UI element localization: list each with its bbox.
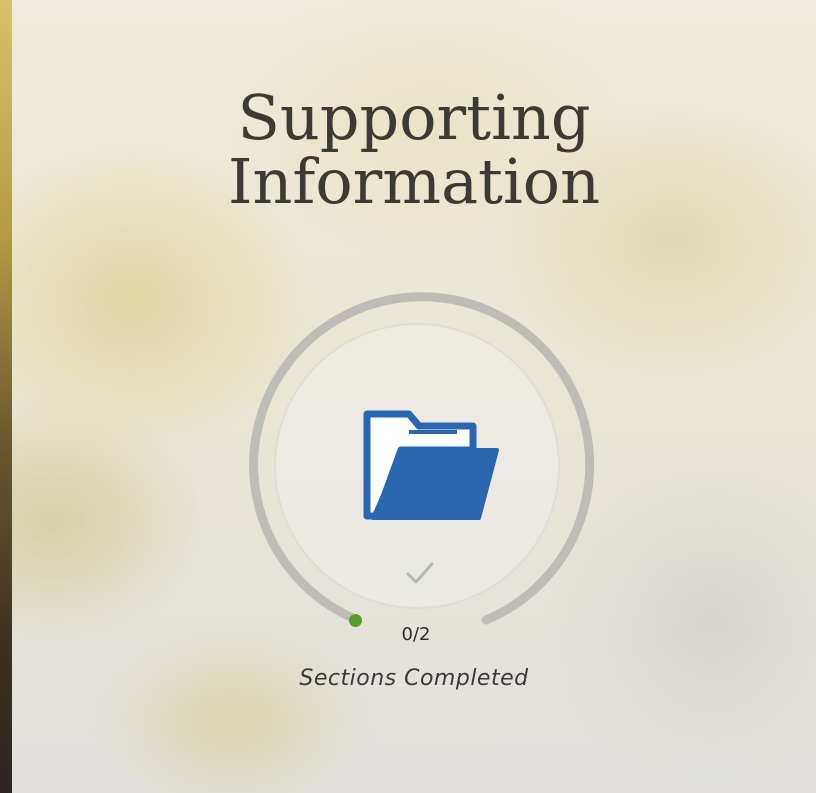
sections-count: 0/2 <box>12 624 816 645</box>
card-title-line-2: Information <box>227 145 601 218</box>
supporting-information-card[interactable]: Supporting Information 0/2 Sections Comp… <box>12 0 816 793</box>
left-edge-strip <box>0 0 12 793</box>
card-title-line-1: Supporting <box>237 81 591 154</box>
sections-count-value: 0/2 <box>401 624 431 645</box>
card-title: Supporting Information <box>12 86 816 214</box>
folder-open-icon <box>347 406 507 526</box>
sections-completed-label: Sections Completed <box>299 666 529 691</box>
checkmark-icon <box>400 558 440 588</box>
